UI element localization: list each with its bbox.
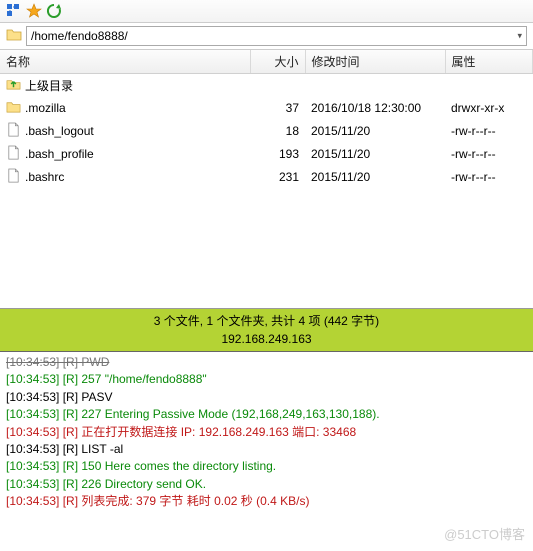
log-line: [10:34:53] [R] PWD (6, 354, 527, 371)
toolbar (0, 0, 533, 23)
col-mtime[interactable]: 修改时间 (305, 50, 445, 74)
status-host: 192.168.249.163 (0, 330, 533, 348)
folder-icon (6, 27, 22, 46)
file-attrs: -rw-r--r-- (445, 143, 533, 166)
file-mtime: 2015/11/20 (305, 120, 445, 143)
file-mtime: 2016/10/18 12:30:00 (305, 97, 445, 120)
file-mtime: 2015/11/20 (305, 143, 445, 166)
file-name: .bash_logout (25, 124, 94, 138)
status-bar: 3 个文件, 1 个文件夹, 共计 4 项 (442 字节) 192.168.2… (0, 309, 533, 352)
file-mtime: 2015/11/20 (305, 166, 445, 189)
file-icon (6, 122, 21, 140)
file-size: 193 (250, 143, 305, 166)
log-line: [10:34:53] [R] 257 "/home/fendo8888" (6, 371, 527, 388)
file-list[interactable]: 名称 大小 修改时间 属性 上级目录 .mozilla 372016/10/18 1… (0, 50, 533, 309)
refresh-icon[interactable] (46, 3, 62, 19)
log-line: [10:34:53] [R] PASV (6, 389, 527, 406)
parent-dir-label: 上级目录 (25, 77, 73, 94)
status-summary: 3 个文件, 1 个文件夹, 共计 4 项 (442 字节) (0, 312, 533, 330)
file-size: 37 (250, 97, 305, 120)
watermark: @51CTO博客 (444, 524, 525, 543)
site-manager-icon[interactable] (6, 3, 22, 19)
file-size: 18 (250, 120, 305, 143)
log-line: [10:34:53] [R] 227 Entering Passive Mode… (6, 406, 527, 423)
address-input[interactable]: /home/fendo8888/ ▾ (26, 26, 527, 46)
table-row[interactable]: .bash_profile 1932015/11/20-rw-r--r-- (0, 143, 533, 166)
file-size: 231 (250, 166, 305, 189)
log-line: [10:34:53] [R] 226 Directory send OK. (6, 476, 527, 493)
chevron-down-icon[interactable]: ▾ (517, 31, 522, 42)
table-row[interactable]: .bash_logout 182015/11/20-rw-r--r-- (0, 120, 533, 143)
transfer-log[interactable]: [10:34:53] [R] PWD[10:34:53] [R] 257 "/h… (0, 352, 533, 513)
log-line: [10:34:53] [R] 列表完成: 379 字节 耗时 0.02 秒 (0… (6, 493, 527, 510)
col-attrs[interactable]: 属性 (445, 50, 533, 74)
file-name: .bash_profile (25, 147, 94, 161)
log-line: [10:34:53] [R] 正在打开数据连接 IP: 192.168.249.… (6, 424, 527, 441)
col-name[interactable]: 名称 (0, 50, 250, 74)
file-attrs: drwxr-xr-x (445, 97, 533, 120)
file-icon (6, 168, 21, 186)
parent-dir-row[interactable]: 上级目录 (0, 74, 533, 97)
favorite-star-icon[interactable] (26, 3, 42, 19)
file-attrs: -rw-r--r-- (445, 120, 533, 143)
table-row[interactable]: .mozilla 372016/10/18 12:30:00drwxr-xr-x (0, 97, 533, 120)
address-path: /home/fendo8888/ (31, 29, 128, 43)
up-folder-icon (6, 76, 21, 94)
log-line: [10:34:53] [R] 150 Here comes the direct… (6, 458, 527, 475)
table-header[interactable]: 名称 大小 修改时间 属性 (0, 50, 533, 74)
file-name: .mozilla (25, 101, 66, 115)
table-row[interactable]: .bashrc 2312015/11/20-rw-r--r-- (0, 166, 533, 189)
file-attrs: -rw-r--r-- (445, 166, 533, 189)
col-size[interactable]: 大小 (250, 50, 305, 74)
file-icon (6, 145, 21, 163)
log-line: [10:34:53] [R] LIST -al (6, 441, 527, 458)
folder-icon (6, 99, 21, 117)
address-bar-row: /home/fendo8888/ ▾ (0, 23, 533, 50)
file-name: .bashrc (25, 170, 64, 184)
file-table: 名称 大小 修改时间 属性 上级目录 .mozilla 372016/10/18 1… (0, 50, 533, 188)
